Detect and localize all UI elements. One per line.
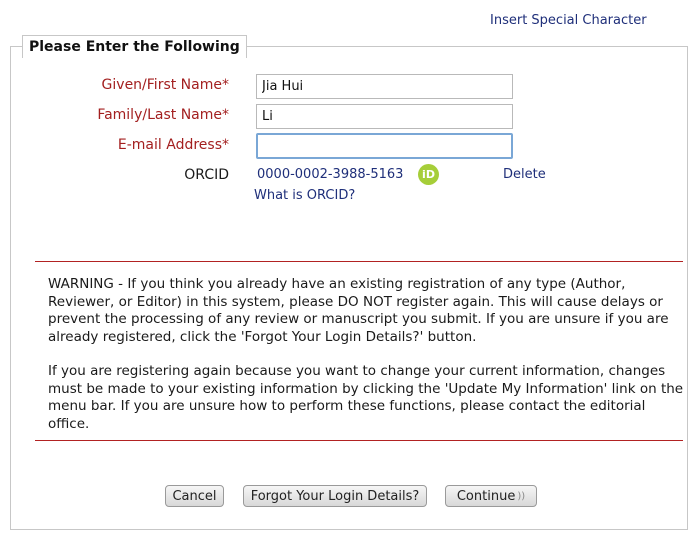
- form-legend: Please Enter the Following: [22, 35, 247, 58]
- family-name-input[interactable]: [256, 104, 513, 129]
- orcid-label: ORCID: [184, 167, 229, 183]
- sound-wave-icon: )): [517, 490, 526, 502]
- warning-top-divider: [35, 261, 683, 262]
- warning-bottom-divider: [35, 440, 683, 441]
- email-input[interactable]: [256, 133, 513, 159]
- family-name-label: Family/Last Name*: [97, 107, 229, 123]
- warning-paragraph-2: If you are registering again because you…: [48, 363, 684, 432]
- orcid-id-icon: iD: [418, 164, 439, 185]
- warning-paragraph-1: WARNING - If you think you already have …: [48, 276, 669, 345]
- what-is-orcid-link[interactable]: What is ORCID?: [254, 188, 355, 203]
- cancel-button[interactable]: Cancel: [165, 485, 224, 507]
- continue-button-label: Continue: [456, 488, 516, 504]
- given-name-input[interactable]: [256, 74, 513, 99]
- warning-text: WARNING - If you think you already have …: [48, 276, 684, 450]
- email-label: E-mail Address*: [117, 137, 229, 153]
- forgot-login-button[interactable]: Forgot Your Login Details?: [243, 485, 427, 507]
- insert-special-character-link[interactable]: Insert Special Character: [490, 13, 647, 28]
- delete-orcid-link[interactable]: Delete: [503, 167, 546, 182]
- orcid-id-link[interactable]: 0000-0002-3988-5163: [257, 167, 403, 182]
- continue-button[interactable]: Continue )): [445, 485, 537, 507]
- given-name-label: Given/First Name*: [101, 77, 229, 93]
